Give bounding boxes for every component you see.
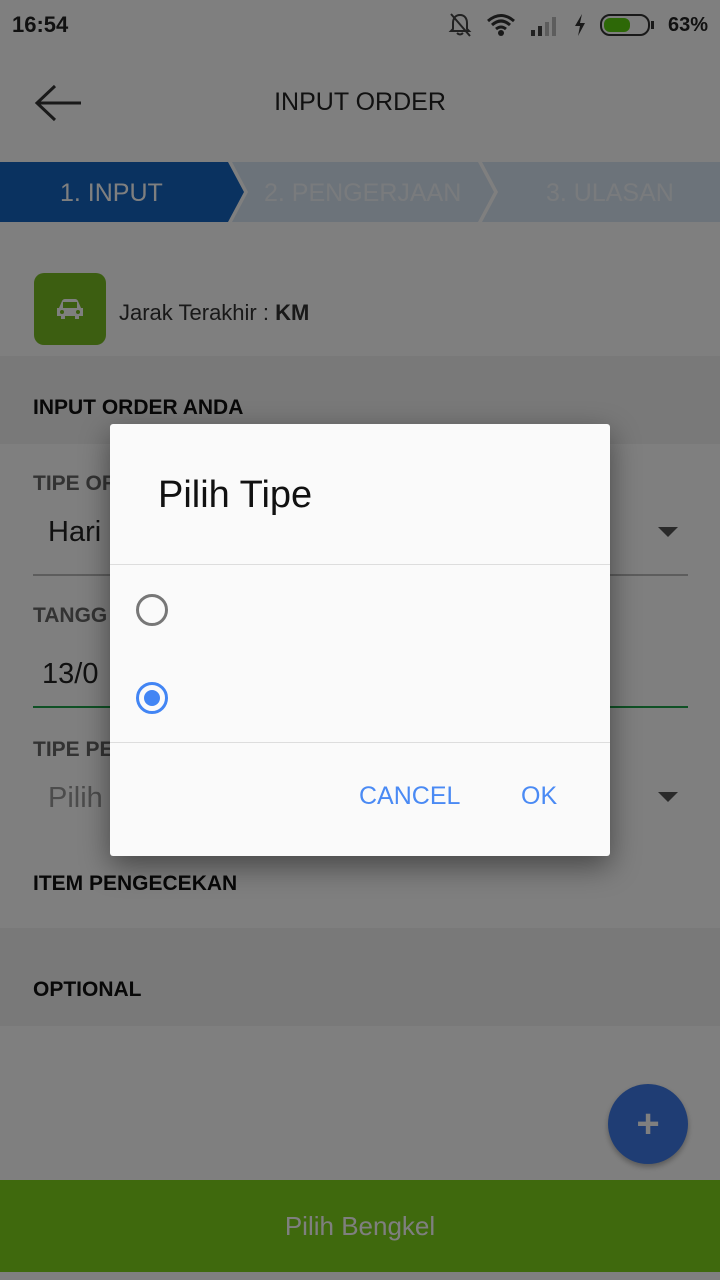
dialog-divider-bottom bbox=[110, 742, 610, 743]
radio-option-2[interactable] bbox=[136, 682, 168, 714]
radio-option-1[interactable] bbox=[136, 594, 168, 626]
pilih-tipe-dialog: Pilih Tipe CANCEL OK bbox=[110, 424, 610, 856]
ok-button[interactable]: OK bbox=[521, 782, 557, 811]
dialog-title: Pilih Tipe bbox=[158, 474, 313, 516]
dialog-divider-top bbox=[110, 564, 610, 565]
cancel-button[interactable]: CANCEL bbox=[359, 782, 460, 811]
